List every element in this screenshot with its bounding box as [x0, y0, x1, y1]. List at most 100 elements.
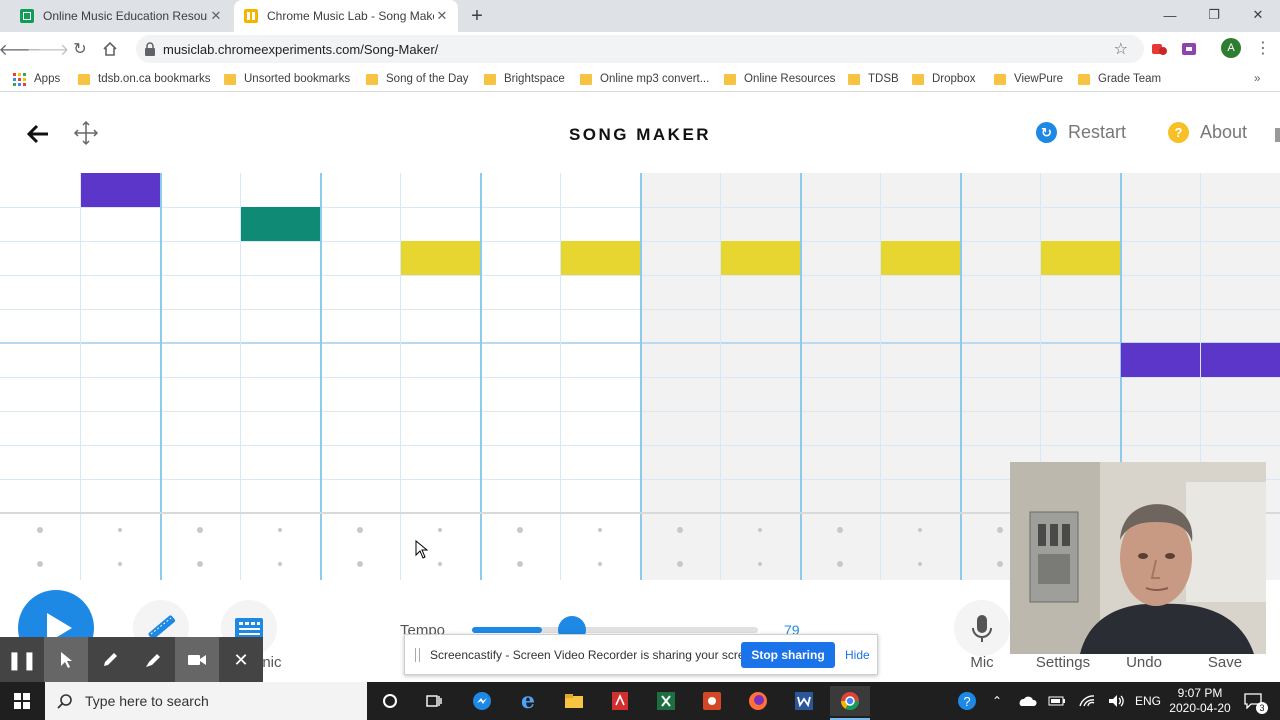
about-button[interactable]: ? About: [1168, 122, 1247, 143]
percussion-dot[interactable]: [438, 562, 442, 566]
percussion-dot[interactable]: [677, 527, 683, 533]
percussion-dot[interactable]: [837, 527, 843, 533]
percussion-dot[interactable]: [837, 561, 843, 567]
close-tab-icon[interactable]: ✕: [434, 8, 450, 24]
close-tab-icon[interactable]: ✕: [208, 8, 224, 24]
help-tray-icon[interactable]: ?: [952, 682, 982, 720]
clock[interactable]: 9:07 PM 2020-04-20: [1168, 682, 1232, 720]
extension-puzzle-icon[interactable]: [1180, 40, 1198, 58]
bookmark-tdsb[interactable]: TDSB: [848, 71, 899, 87]
percussion-dot[interactable]: [118, 528, 122, 532]
melody-note[interactable]: [81, 173, 160, 207]
percussion-dot[interactable]: [598, 528, 602, 532]
melody-note[interactable]: [241, 207, 320, 241]
task-view-icon[interactable]: [414, 686, 454, 716]
bookmark-tdsb-on-ca[interactable]: tdsb.on.ca bookmarks: [78, 71, 211, 87]
notifications-icon[interactable]: 3: [1238, 682, 1268, 720]
close-window-icon[interactable]: ✕: [1236, 0, 1280, 30]
extension-screencastify-icon[interactable]: [1150, 40, 1168, 58]
percussion-dot[interactable]: [357, 561, 363, 567]
melody-note[interactable]: [401, 241, 480, 275]
wifi-icon[interactable]: [1074, 682, 1100, 720]
hide-link[interactable]: Hide: [845, 648, 870, 662]
firefox-icon[interactable]: [738, 686, 778, 716]
word-icon[interactable]: [784, 686, 824, 716]
bookmark-brightspace[interactable]: Brightspace: [484, 71, 565, 87]
close-tools-icon[interactable]: ✕: [219, 637, 263, 683]
acrobat-icon[interactable]: [600, 686, 640, 716]
percussion-dot[interactable]: [37, 561, 43, 567]
volume-icon[interactable]: [1104, 682, 1130, 720]
melody-note[interactable]: [561, 241, 640, 275]
bookmark-star-icon[interactable]: ☆: [1114, 39, 1128, 59]
melody-note[interactable]: [881, 241, 960, 275]
profile-avatar[interactable]: A: [1221, 38, 1241, 58]
undo-label[interactable]: Undo: [1114, 654, 1174, 671]
more-bookmarks-icon[interactable]: »: [1254, 71, 1260, 87]
chrome-taskbar-icon[interactable]: [830, 686, 870, 716]
taskbar-search-box[interactable]: Type here to search: [45, 682, 367, 720]
language-indicator[interactable]: ENG: [1134, 682, 1162, 720]
melody-note[interactable]: [721, 241, 800, 275]
cortana-icon[interactable]: [370, 686, 410, 716]
percussion-dot[interactable]: [118, 562, 122, 566]
save-label[interactable]: Save: [1196, 654, 1254, 671]
percussion-dot[interactable]: [598, 562, 602, 566]
mic-button[interactable]: [954, 600, 1010, 656]
internet-explorer-icon[interactable]: e: [508, 686, 548, 716]
address-bar[interactable]: musiclab.chromeexperiments.com/Song-Make…: [136, 35, 1144, 63]
maximize-icon[interactable]: ❐: [1192, 0, 1236, 30]
webcam-overlay[interactable]: [1010, 462, 1266, 654]
percussion-dot[interactable]: [438, 528, 442, 532]
percussion-dot[interactable]: [758, 528, 762, 532]
chevron-up-icon[interactable]: ⌃: [986, 682, 1008, 720]
percussion-dot[interactable]: [517, 561, 523, 567]
percussion-dot[interactable]: [918, 528, 922, 532]
melody-note[interactable]: [1041, 241, 1120, 275]
file-explorer-icon[interactable]: [554, 686, 594, 716]
pen-icon[interactable]: [88, 637, 132, 683]
pause-icon[interactable]: ❚❚: [0, 637, 44, 683]
highlighter-icon[interactable]: [131, 637, 175, 683]
restart-button[interactable]: ↻ Restart: [1036, 122, 1126, 143]
tempo-slider[interactable]: [472, 616, 758, 644]
settings-label[interactable]: Settings: [1026, 654, 1100, 671]
minimize-icon[interactable]: —: [1148, 0, 1192, 30]
percussion-dot[interactable]: [357, 527, 363, 533]
percussion-dot[interactable]: [997, 527, 1003, 533]
messenger-icon[interactable]: [462, 686, 502, 716]
bookmark-dropbox[interactable]: Dropbox: [912, 71, 975, 87]
percussion-dot[interactable]: [37, 527, 43, 533]
percussion-dot[interactable]: [677, 561, 683, 567]
bookmark-apps[interactable]: Apps: [13, 71, 60, 87]
tab-online-music-education[interactable]: Online Music Education Resource ✕: [8, 0, 232, 32]
bookmark-viewpure[interactable]: ViewPure: [994, 71, 1063, 87]
onedrive-icon[interactable]: [1014, 682, 1040, 720]
percussion-dot[interactable]: [918, 562, 922, 566]
new-tab-button[interactable]: +: [467, 4, 487, 28]
camera-icon[interactable]: [175, 637, 220, 683]
percussion-dot[interactable]: [197, 561, 203, 567]
bookmark-online-mp3[interactable]: Online mp3 convert...: [580, 71, 709, 87]
drag-handle-icon[interactable]: [415, 648, 420, 662]
cursor-icon[interactable]: [43, 637, 88, 683]
bookmark-unsorted[interactable]: Unsorted bookmarks: [224, 71, 350, 87]
windows-start-icon[interactable]: [2, 686, 42, 716]
forward-icon[interactable]: 🡒: [27, 37, 70, 61]
reload-icon[interactable]: ↻: [68, 37, 92, 61]
percussion-dot[interactable]: [758, 562, 762, 566]
percussion-dot[interactable]: [197, 527, 203, 533]
chrome-menu-icon[interactable]: ⋮: [1254, 38, 1272, 57]
percussion-dot[interactable]: [997, 561, 1003, 567]
melody-note[interactable]: [1121, 343, 1200, 377]
percussion-dot[interactable]: [278, 562, 282, 566]
home-icon[interactable]: [98, 37, 122, 61]
stop-sharing-button[interactable]: Stop sharing: [741, 642, 835, 668]
bookmark-song-of-the-day[interactable]: Song of the Day: [366, 71, 468, 87]
percussion-dot[interactable]: [278, 528, 282, 532]
melody-note[interactable]: [1201, 343, 1280, 377]
bookmark-grade-team[interactable]: Grade Team: [1078, 71, 1161, 87]
percussion-dot[interactable]: [517, 527, 523, 533]
powerpoint-icon[interactable]: [692, 686, 732, 716]
tab-song-maker[interactable]: Chrome Music Lab - Song Maker ✕: [234, 0, 458, 32]
